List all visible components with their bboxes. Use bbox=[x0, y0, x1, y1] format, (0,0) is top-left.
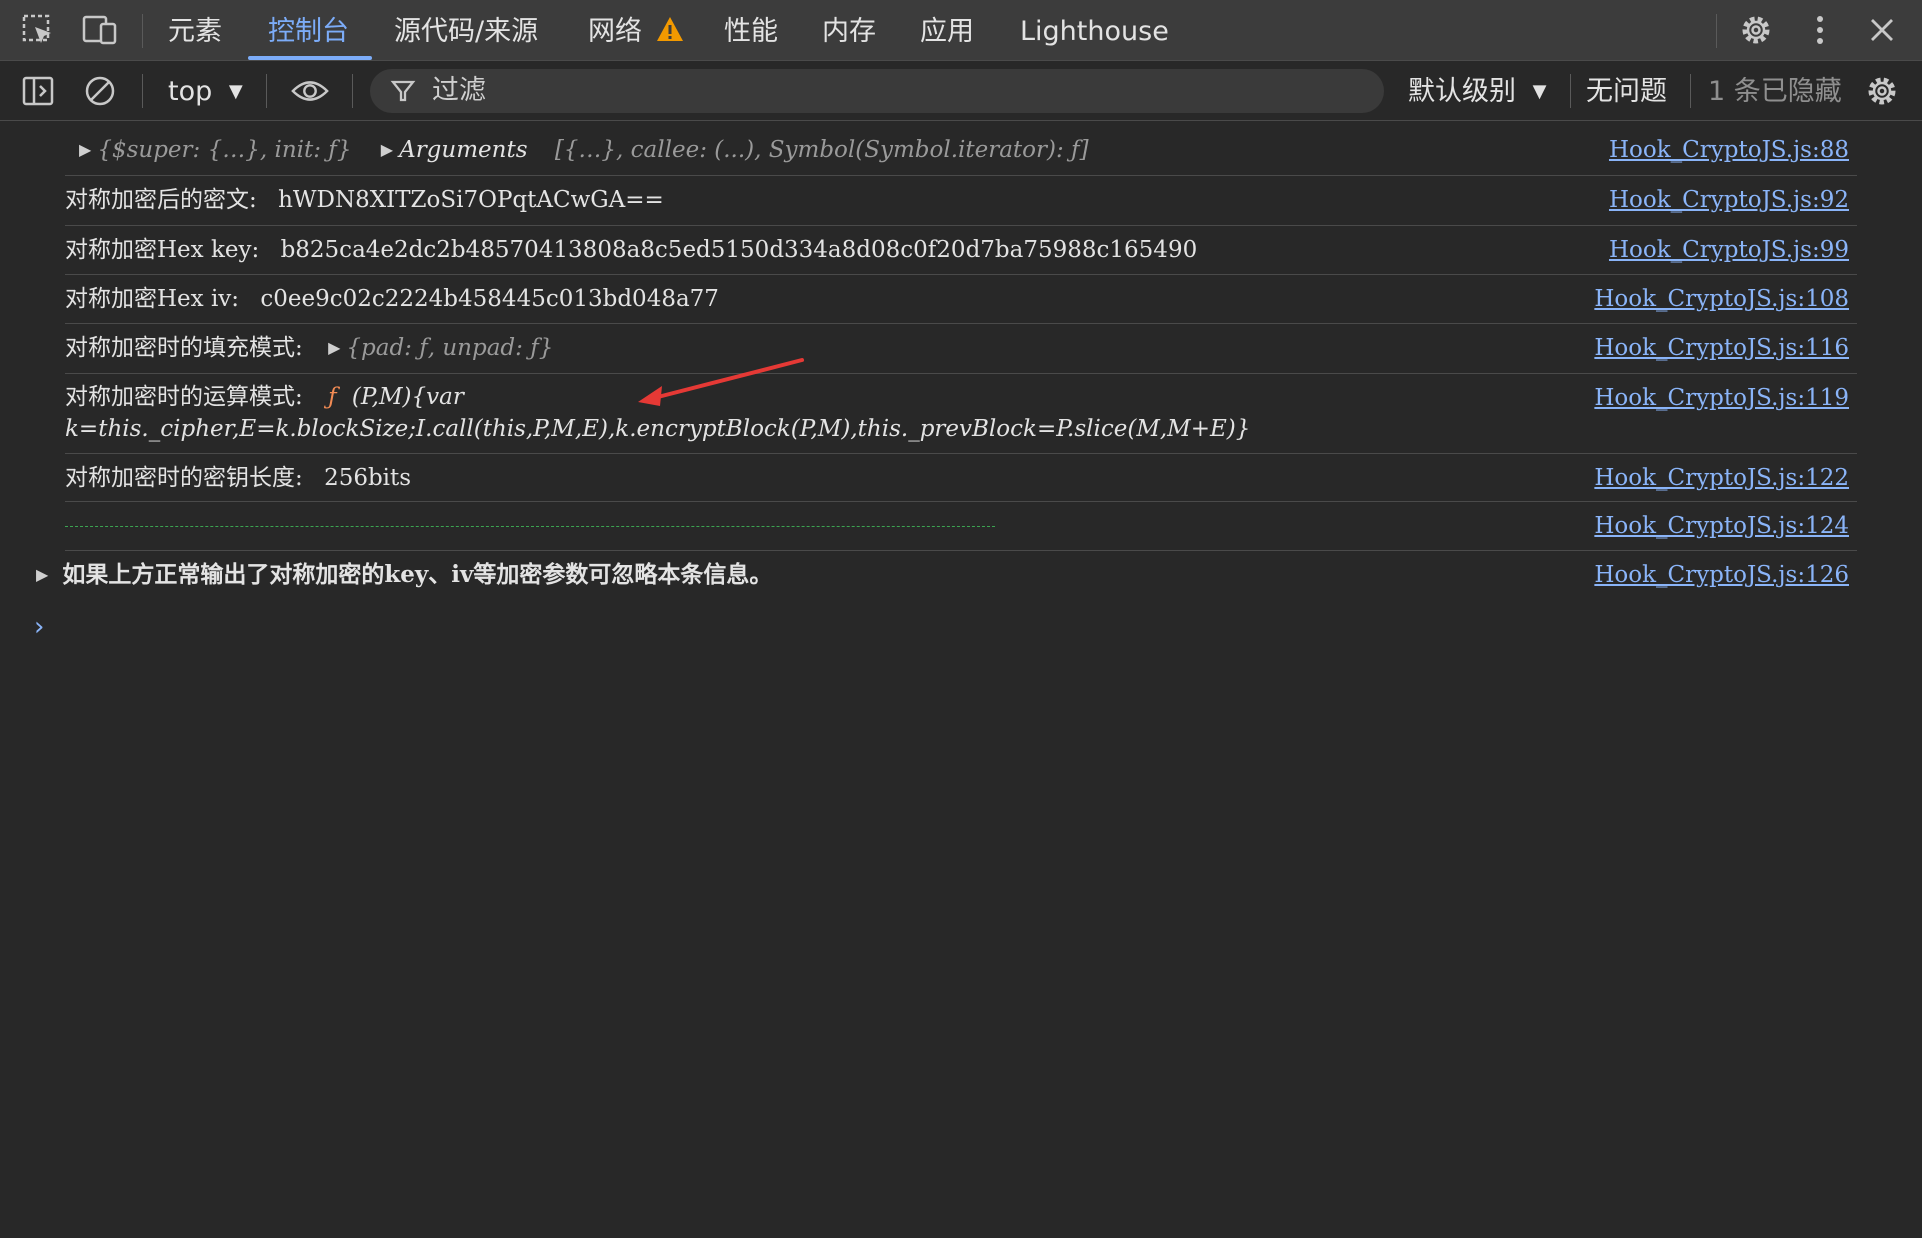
message-label: 对称加密时的运算模式: bbox=[65, 384, 303, 410]
hidden-messages-count: 1 条已隐藏 bbox=[1708, 76, 1842, 107]
source-link[interactable]: Hook_CryptoJS.js:92 bbox=[1609, 176, 1849, 224]
expand-triangle-icon[interactable]: ▶ bbox=[79, 126, 91, 174]
console-message: 对称加密后的密文: hWDN8XITZoSi7OPqtACwGA== Hook_… bbox=[65, 176, 1857, 226]
source-link[interactable]: Hook_CryptoJS.js:108 bbox=[1594, 275, 1849, 323]
console-message-text: 对称加密时的填充模式: ▶ {pad: ƒ, unpad: ƒ} bbox=[65, 324, 553, 372]
more-options-icon[interactable] bbox=[1800, 12, 1840, 48]
console-message-text: ▶ 如果上方正常输出了对称加密的key、iv等加密参数可忽略本条信息。 bbox=[30, 551, 772, 599]
message-label: 对称加密时的密钥长度: bbox=[65, 465, 303, 491]
arguments-preview: [{…}, callee: (...), Symbol(Symbol.itera… bbox=[554, 137, 1089, 163]
toolbar-separator bbox=[142, 74, 143, 108]
console-message-text: 对称加密时的密钥长度: 256bits bbox=[65, 454, 411, 502]
console-message: Hook_CryptoJS.js:124 bbox=[65, 502, 1857, 551]
console-message-text: ▶ {$super: {…}, init: ƒ} ▶ Arguments [{…},… bbox=[65, 126, 1089, 174]
log-level-label: 默认级别 bbox=[1408, 76, 1516, 107]
message-label: 对称加密后的密文: bbox=[65, 187, 257, 213]
console-message: 对称加密时的密钥长度: 256bits Hook_CryptoJS.js:122 bbox=[65, 454, 1857, 502]
console-message-text: 对称加密后的密文: hWDN8XITZoSi7OPqtACwGA== bbox=[65, 176, 664, 224]
console-message: 对称加密Hex key: b825ca4e2dc2b48570413808a8c… bbox=[65, 226, 1857, 275]
context-selector-label: top bbox=[168, 76, 213, 107]
tab-bar-separator bbox=[142, 14, 143, 48]
tab-console[interactable]: 控制台 bbox=[268, 0, 349, 60]
message-value: b825ca4e2dc2b48570413808a8c5ed5150d334a8… bbox=[280, 237, 1198, 263]
function-keyword: ƒ bbox=[328, 384, 337, 410]
source-link[interactable]: Hook_CryptoJS.js:124 bbox=[1594, 502, 1849, 550]
console-group[interactable]: ▶ 如果上方正常输出了对称加密的key、iv等加密参数可忽略本条信息。 Hook_… bbox=[30, 551, 1857, 601]
sidebar-toggle-glyph bbox=[22, 76, 54, 106]
source-link[interactable]: Hook_CryptoJS.js:99 bbox=[1609, 226, 1849, 274]
console-message: 对称加密时的填充模式: ▶ {pad: ƒ, unpad: ƒ} Hook_Cry… bbox=[65, 324, 1857, 374]
filter-input[interactable]: 过滤 bbox=[370, 69, 1384, 113]
message-value: c0ee9c02c2224b458445c013bd048a77 bbox=[260, 286, 719, 312]
expand-triangle-icon[interactable]: ▶ bbox=[36, 551, 48, 599]
issues-button[interactable]: 无问题 bbox=[1586, 61, 1667, 121]
tab-network[interactable]: 网络 bbox=[588, 0, 685, 60]
device-toolbar-glyph bbox=[82, 15, 117, 45]
clear-console-icon[interactable] bbox=[80, 73, 120, 109]
console-toolbar: top ▼ 过滤 默认级别 ▼ 无问题 1 条已隐藏 bbox=[0, 61, 1922, 121]
separator-dashes bbox=[65, 526, 995, 527]
toolbar-separator bbox=[1690, 74, 1691, 108]
object-preview[interactable]: {$super: {…}, init: ƒ} bbox=[97, 137, 351, 163]
filter-funnel-icon bbox=[390, 80, 416, 102]
more-options-glyph bbox=[1817, 16, 1823, 44]
sidebar-toggle-icon[interactable] bbox=[18, 73, 58, 109]
inspect-element-icon[interactable] bbox=[18, 12, 58, 48]
toolbar-separator bbox=[352, 74, 353, 108]
log-level-dropdown[interactable]: 默认级别 ▼ bbox=[1408, 61, 1546, 121]
source-link[interactable]: Hook_CryptoJS.js:122 bbox=[1594, 454, 1849, 502]
tab-bar-separator bbox=[1716, 14, 1717, 48]
devtools-tab-bar: 元素 控制台 源代码/来源 网络 性能 内存 应用 Lighthouse bbox=[0, 0, 1922, 61]
close-glyph bbox=[1871, 19, 1893, 41]
console-message: 对称加密时的运算模式: ƒ (P,M){var k=this._cipher,E… bbox=[65, 374, 1857, 454]
inspect-element-glyph bbox=[22, 14, 51, 43]
console-settings-gear-icon[interactable] bbox=[1862, 73, 1902, 109]
tab-elements[interactable]: 元素 bbox=[168, 0, 222, 60]
device-toolbar-icon[interactable] bbox=[80, 12, 120, 48]
function-signature: (P,M){var bbox=[351, 384, 464, 410]
settings-gear-glyph bbox=[1868, 77, 1896, 105]
message-label: 对称加密Hex key: bbox=[65, 237, 260, 263]
console-message-text: 对称加密Hex iv: c0ee9c02c2224b458445c013bd04… bbox=[65, 275, 719, 323]
source-link[interactable]: Hook_CryptoJS.js:116 bbox=[1594, 324, 1849, 372]
active-tab-indicator bbox=[248, 56, 372, 60]
clear-console-glyph bbox=[85, 76, 115, 106]
tab-lighthouse[interactable]: Lighthouse bbox=[1020, 0, 1169, 60]
tab-network-label: 网络 bbox=[588, 16, 642, 47]
settings-gear-glyph bbox=[1742, 16, 1770, 44]
expand-triangle-icon[interactable]: ▶ bbox=[381, 126, 393, 174]
source-link[interactable]: Hook_CryptoJS.js:88 bbox=[1609, 126, 1849, 174]
function-body: k=this._cipher,E=k.blockSize;I.call(this… bbox=[65, 416, 1251, 442]
arguments-label[interactable]: Arguments bbox=[399, 137, 527, 163]
console-message: 对称加密Hex iv: c0ee9c02c2224b458445c013bd04… bbox=[65, 275, 1857, 324]
message-value: 256bits bbox=[324, 465, 412, 491]
source-link[interactable]: Hook_CryptoJS.js:119 bbox=[1594, 374, 1849, 422]
warning-icon bbox=[656, 17, 683, 41]
message-label: 对称加密Hex iv: bbox=[65, 286, 240, 312]
console-message-text: 对称加密时的运算模式: ƒ (P,M){var k=this._cipher,E… bbox=[65, 378, 1250, 448]
settings-gear-icon[interactable] bbox=[1736, 12, 1776, 48]
context-selector[interactable]: top ▼ bbox=[168, 61, 243, 121]
console-message: ▶ {$super: {…}, init: ƒ} ▶ Arguments [{…},… bbox=[65, 126, 1857, 176]
eye-glyph bbox=[291, 81, 329, 101]
padding-object-preview[interactable]: {pad: ƒ, unpad: ƒ} bbox=[346, 335, 553, 361]
console-message-text: 对称加密Hex key: b825ca4e2dc2b48570413808a8c… bbox=[65, 226, 1197, 274]
toolbar-separator bbox=[1570, 74, 1571, 108]
expand-triangle-icon[interactable]: ▶ bbox=[328, 324, 340, 372]
message-value: hWDN8XITZoSi7OPqtACwGA== bbox=[278, 187, 664, 213]
close-icon[interactable] bbox=[1862, 12, 1902, 48]
filter-placeholder: 过滤 bbox=[432, 75, 486, 106]
tab-application[interactable]: 应用 bbox=[920, 0, 974, 60]
live-expression-eye-icon[interactable] bbox=[290, 73, 330, 109]
tab-performance[interactable]: 性能 bbox=[724, 0, 778, 60]
toolbar-separator bbox=[266, 74, 267, 108]
source-link[interactable]: Hook_CryptoJS.js:126 bbox=[1594, 551, 1849, 599]
console-prompt-chevron-icon[interactable]: › bbox=[34, 612, 44, 642]
group-label: 如果上方正常输出了对称加密的key、iv等加密参数可忽略本条信息。 bbox=[62, 561, 773, 588]
tab-sources[interactable]: 源代码/来源 bbox=[394, 0, 538, 60]
dropdown-caret-icon: ▼ bbox=[1532, 81, 1547, 102]
dropdown-caret-icon: ▼ bbox=[228, 81, 243, 102]
tab-memory[interactable]: 内存 bbox=[822, 0, 876, 60]
message-label: 对称加密时的填充模式: bbox=[65, 335, 303, 361]
